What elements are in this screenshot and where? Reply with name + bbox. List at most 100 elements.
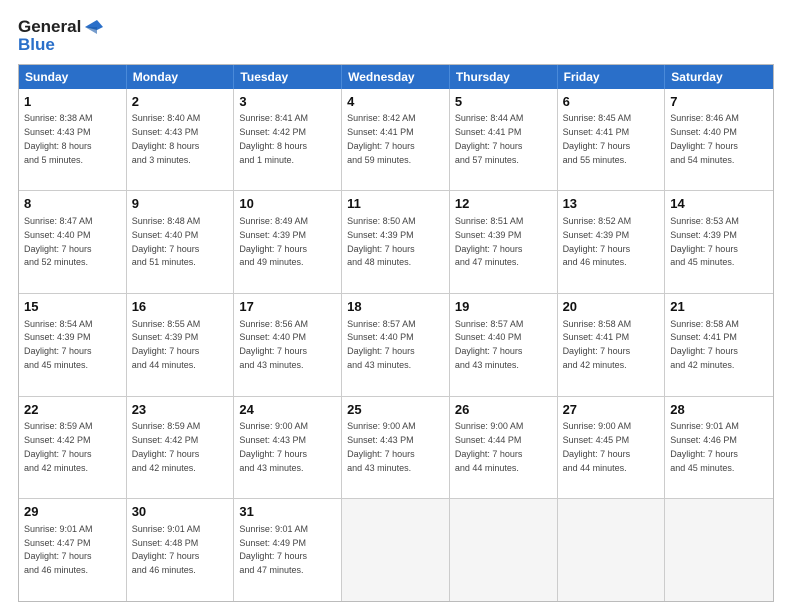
weekday-header-wednesday: Wednesday [342,65,450,89]
day-number: 23 [132,401,229,419]
day-number: 19 [455,298,552,316]
day-number: 24 [239,401,336,419]
weekday-header-saturday: Saturday [665,65,773,89]
day-cell-28: 28Sunrise: 9:01 AM Sunset: 4:46 PM Dayli… [665,397,773,499]
sun-info: Sunrise: 8:53 AM Sunset: 4:39 PM Dayligh… [670,216,739,267]
day-number: 27 [563,401,660,419]
day-number: 12 [455,195,552,213]
day-cell-27: 27 Sunrise: 9:00 AM Sunset: 4:45 PM Dayli… [558,397,666,499]
day-number: 28 [670,401,768,419]
sun-info: Sunrise: 8:40 AM Sunset: 4:43 PM Dayligh… [132,113,201,164]
day-cell-8: 8 Sunrise: 8:47 AM Sunset: 4:40 PM Daylig… [19,191,127,293]
day-cell-2: 2 Sunrise: 8:40 AM Sunset: 4:43 PM Daylig… [127,89,235,191]
day-cell-3: 3Sunrise: 8:41 AM Sunset: 4:42 PM Daylig… [234,89,342,191]
day-number: 8 [24,195,121,213]
sun-info: Sunrise: 8:48 AM Sunset: 4:40 PM Dayligh… [132,216,201,267]
day-number: 22 [24,401,121,419]
day-number: 16 [132,298,229,316]
day-cell-29: 29Sunrise: 9:01 AM Sunset: 4:47 PM Dayli… [19,499,127,601]
sun-info: Sunrise: 9:00 AM Sunset: 4:44 PM Dayligh… [455,421,524,472]
day-cell-11: 11Sunrise: 8:50 AM Sunset: 4:39 PM Dayli… [342,191,450,293]
day-number: 13 [563,195,660,213]
day-number: 18 [347,298,444,316]
day-cell-24: 24 Sunrise: 9:00 AM Sunset: 4:43 PM Dayli… [234,397,342,499]
logo: General Blue [18,18,103,54]
day-number: 5 [455,93,552,111]
day-number: 30 [132,503,229,521]
sun-info: Sunrise: 8:52 AM Sunset: 4:39 PM Dayligh… [563,216,632,267]
day-cell-20: 20 Sunrise: 8:58 AM Sunset: 4:41 PM Dayli… [558,294,666,396]
day-cell-10: 10 Sunrise: 8:49 AM Sunset: 4:39 PM Dayli… [234,191,342,293]
day-cell-30: 30 Sunrise: 9:01 AM Sunset: 4:48 PM Dayli… [127,499,235,601]
day-cell-23: 23 Sunrise: 8:59 AM Sunset: 4:42 PM Dayli… [127,397,235,499]
empty-cell [450,499,558,601]
day-cell-18: 18Sunrise: 8:57 AM Sunset: 4:40 PM Dayli… [342,294,450,396]
sun-info: Sunrise: 8:45 AM Sunset: 4:41 PM Dayligh… [563,113,632,164]
sun-info: Sunrise: 9:00 AM Sunset: 4:43 PM Dayligh… [347,421,416,472]
weekday-header-sunday: Sunday [19,65,127,89]
day-cell-1: 1 Sunrise: 8:38 AM Sunset: 4:43 PM Daylig… [19,89,127,191]
sun-info: Sunrise: 8:42 AM Sunset: 4:41 PM Dayligh… [347,113,416,164]
day-cell-25: 25 Sunrise: 9:00 AM Sunset: 4:43 PM Dayli… [342,397,450,499]
sun-info: Sunrise: 8:51 AM Sunset: 4:39 PM Dayligh… [455,216,524,267]
sun-info: Sunrise: 9:01 AM Sunset: 4:47 PM Dayligh… [24,524,93,575]
day-cell-12: 12 Sunrise: 8:51 AM Sunset: 4:39 PM Dayli… [450,191,558,293]
day-cell-14: 14 Sunrise: 8:53 AM Sunset: 4:39 PM Dayli… [665,191,773,293]
day-cell-16: 16 Sunrise: 8:55 AM Sunset: 4:39 PM Dayli… [127,294,235,396]
sun-info: Sunrise: 8:41 AM Sunset: 4:42 PM Dayligh… [239,113,308,164]
sun-info: Sunrise: 9:00 AM Sunset: 4:43 PM Dayligh… [239,421,308,472]
day-cell-15: 15 Sunrise: 8:54 AM Sunset: 4:39 PM Dayli… [19,294,127,396]
sun-info: Sunrise: 8:46 AM Sunset: 4:40 PM Dayligh… [670,113,739,164]
day-number: 21 [670,298,768,316]
day-number: 9 [132,195,229,213]
weekday-header-monday: Monday [127,65,235,89]
day-number: 15 [24,298,121,316]
day-cell-17: 17Sunrise: 8:56 AM Sunset: 4:40 PM Dayli… [234,294,342,396]
day-cell-9: 9 Sunrise: 8:48 AM Sunset: 4:40 PM Daylig… [127,191,235,293]
day-number: 7 [670,93,768,111]
empty-cell [558,499,666,601]
sun-info: Sunrise: 8:59 AM Sunset: 4:42 PM Dayligh… [24,421,93,472]
calendar-body: 1 Sunrise: 8:38 AM Sunset: 4:43 PM Daylig… [19,89,773,601]
day-number: 14 [670,195,768,213]
day-number: 2 [132,93,229,111]
calendar-row-1: 1 Sunrise: 8:38 AM Sunset: 4:43 PM Daylig… [19,89,773,191]
day-number: 17 [239,298,336,316]
weekday-header-friday: Friday [558,65,666,89]
sun-info: Sunrise: 8:57 AM Sunset: 4:40 PM Dayligh… [455,319,524,370]
day-cell-21: 21 Sunrise: 8:58 AM Sunset: 4:41 PM Dayli… [665,294,773,396]
day-number: 4 [347,93,444,111]
day-cell-22: 22 Sunrise: 8:59 AM Sunset: 4:42 PM Dayli… [19,397,127,499]
sun-info: Sunrise: 8:58 AM Sunset: 4:41 PM Dayligh… [563,319,632,370]
sun-info: Sunrise: 8:38 AM Sunset: 4:43 PM Dayligh… [24,113,93,164]
day-number: 25 [347,401,444,419]
sun-info: Sunrise: 8:58 AM Sunset: 4:41 PM Dayligh… [670,319,739,370]
day-number: 6 [563,93,660,111]
day-cell-5: 5Sunrise: 8:44 AM Sunset: 4:41 PM Daylig… [450,89,558,191]
sun-info: Sunrise: 8:55 AM Sunset: 4:39 PM Dayligh… [132,319,201,370]
sun-info: Sunrise: 9:00 AM Sunset: 4:45 PM Dayligh… [563,421,632,472]
day-cell-26: 26 Sunrise: 9:00 AM Sunset: 4:44 PM Dayli… [450,397,558,499]
sun-info: Sunrise: 8:47 AM Sunset: 4:40 PM Dayligh… [24,216,93,267]
calendar-row-2: 8 Sunrise: 8:47 AM Sunset: 4:40 PM Daylig… [19,190,773,293]
day-number: 26 [455,401,552,419]
logo-wing-icon [85,20,103,34]
day-cell-13: 13 Sunrise: 8:52 AM Sunset: 4:39 PM Dayli… [558,191,666,293]
calendar-row-4: 22 Sunrise: 8:59 AM Sunset: 4:42 PM Dayli… [19,396,773,499]
sun-info: Sunrise: 8:59 AM Sunset: 4:42 PM Dayligh… [132,421,201,472]
day-cell-31: 31Sunrise: 9:01 AM Sunset: 4:49 PM Dayli… [234,499,342,601]
day-cell-6: 6 Sunrise: 8:45 AM Sunset: 4:41 PM Daylig… [558,89,666,191]
day-cell-4: 4 Sunrise: 8:42 AM Sunset: 4:41 PM Daylig… [342,89,450,191]
sun-info: Sunrise: 8:54 AM Sunset: 4:39 PM Dayligh… [24,319,93,370]
page: General Blue SundayMondayTuesdayWednesda… [0,0,792,612]
day-number: 1 [24,93,121,111]
day-number: 20 [563,298,660,316]
day-cell-19: 19 Sunrise: 8:57 AM Sunset: 4:40 PM Dayli… [450,294,558,396]
calendar-row-3: 15 Sunrise: 8:54 AM Sunset: 4:39 PM Dayli… [19,293,773,396]
sun-info: Sunrise: 8:49 AM Sunset: 4:39 PM Dayligh… [239,216,308,267]
sun-info: Sunrise: 9:01 AM Sunset: 4:48 PM Dayligh… [132,524,201,575]
day-number: 10 [239,195,336,213]
empty-cell [665,499,773,601]
logo-text: General [18,18,103,36]
calendar-header: SundayMondayTuesdayWednesdayThursdayFrid… [19,65,773,89]
